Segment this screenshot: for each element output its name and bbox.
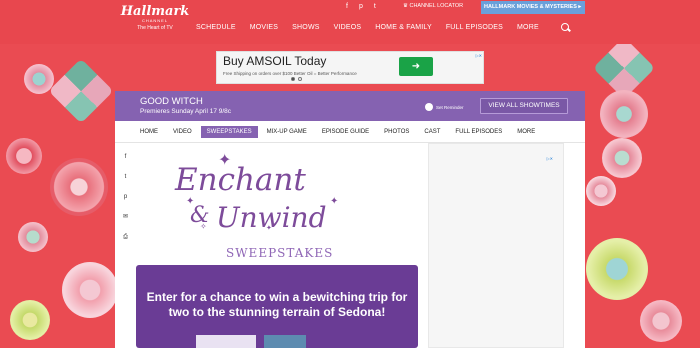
print-icon[interactable]: ⎙ <box>122 234 129 241</box>
tab-video[interactable]: VIDEO <box>167 126 198 138</box>
tab-home[interactable]: HOME <box>134 126 164 138</box>
adchoices-icon[interactable]: ▷✕ <box>547 156 553 161</box>
sweeps-title-unwind: Unwind <box>216 201 327 234</box>
ad-subtext: Free Shipping on orders over $100 Better… <box>223 71 357 76</box>
nav-videos[interactable]: VIDEOS <box>334 24 362 31</box>
view-all-showtimes-button[interactable]: VIEW ALL SHOWTIMES <box>480 98 568 114</box>
logo-tagline: The Heart of TV <box>137 25 173 31</box>
nav-schedule[interactable]: SCHEDULE <box>196 24 236 31</box>
sweeps-title-ampersand: & <box>190 203 210 228</box>
search-icon[interactable] <box>561 23 569 31</box>
nav-movies[interactable]: MOVIES <box>250 24 278 31</box>
decor-flower-left-1 <box>24 64 54 94</box>
show-header: GOOD WITCH Premieres Sunday April 17 9/8… <box>115 91 585 121</box>
sweeps-promo-card: Enter for a chance to win a bewitching t… <box>136 265 418 348</box>
tab-mix-up-game[interactable]: MIX-UP GAME <box>261 126 313 138</box>
ad-arrow-button[interactable]: ➜ <box>399 57 433 76</box>
promo-image <box>196 335 256 348</box>
sweeps-promo-text: Enter for a chance to win a bewitching t… <box>146 290 408 319</box>
twitter-icon[interactable]: t <box>374 3 376 10</box>
banner-ad[interactable]: Buy AMSOIL Today Free Shipping on orders… <box>216 51 484 84</box>
decor-flower-right-1 <box>600 90 648 138</box>
decor-pinwheel-left <box>48 58 114 124</box>
decor-flower-right-5 <box>640 300 682 342</box>
tab-sweepstakes[interactable]: SWEEPSTAKES <box>200 126 258 138</box>
decor-flower-left-5 <box>18 222 48 252</box>
email-share-icon[interactable]: ✉ <box>122 214 129 221</box>
tab-cast[interactable]: CAST <box>418 126 446 138</box>
decor-flower-right-4 <box>586 238 648 300</box>
channel-locator-link[interactable]: ♛ CHANNEL LOCATOR <box>403 3 463 9</box>
facebook-share-icon[interactable]: f <box>122 154 129 161</box>
sweeps-title-enchant: Enchant <box>175 162 306 198</box>
decor-flower-right-2 <box>602 138 642 178</box>
tab-episode-guide[interactable]: EPISODE GUIDE <box>316 126 375 138</box>
logo-brand: Hallmark <box>120 4 190 19</box>
set-reminder-button[interactable]: Set Reminder <box>425 103 464 111</box>
tab-full-episodes[interactable]: FULL EPISODES <box>449 126 508 138</box>
facebook-icon[interactable]: f <box>346 3 348 10</box>
show-title: GOOD WITCH <box>140 96 203 107</box>
clock-icon <box>425 103 433 111</box>
adchoices-icon[interactable]: ▷✕ <box>476 53 482 58</box>
movies-mysteries-button[interactable]: HALLMARK MOVIES & MYSTERIES ▸ <box>481 1 585 14</box>
nav-more[interactable]: MORE <box>517 24 539 31</box>
premiere-info: Premieres Sunday April 17 9/8c <box>140 108 232 115</box>
share-bar: f t p ✉ ⎙ <box>122 154 129 241</box>
pinterest-share-icon[interactable]: p <box>122 194 129 201</box>
ad-carousel-dots <box>291 77 302 81</box>
nav-shows[interactable]: SHOWS <box>292 24 319 31</box>
decor-flower-left-6 <box>10 300 50 340</box>
carousel-dot-2[interactable] <box>298 77 302 81</box>
tab-photos[interactable]: PHOTOS <box>378 126 415 138</box>
decor-flower-left-3 <box>6 138 42 174</box>
decor-flower-left-2 <box>50 158 108 216</box>
social-links: f p t <box>346 3 376 10</box>
pinterest-icon[interactable]: p <box>359 3 363 10</box>
ad-headline: Buy AMSOIL Today <box>223 54 327 68</box>
main-nav: SCHEDULE MOVIES SHOWS VIDEOS HOME & FAMI… <box>196 24 539 31</box>
set-reminder-label: Set Reminder <box>436 104 464 110</box>
side-ad[interactable]: ▷✕ <box>428 143 564 348</box>
carousel-dot-1[interactable] <box>291 77 295 81</box>
channel-locator-label: CHANNEL LOCATOR <box>409 3 464 9</box>
nav-full-episodes[interactable]: FULL EPISODES <box>446 24 503 31</box>
sweeps-subtitle: SWEEPSTAKES <box>226 246 334 260</box>
twitter-share-icon[interactable]: t <box>122 174 129 181</box>
sparkle-icon: ✦ <box>330 196 339 207</box>
nav-home-family[interactable]: HOME & FAMILY <box>375 24 432 31</box>
promo-photo <box>264 335 306 348</box>
decor-flower-left-4 <box>62 262 118 318</box>
tab-more[interactable]: MORE <box>511 126 541 138</box>
hallmark-logo[interactable]: Hallmark CHANNEL The Heart of TV <box>120 5 190 41</box>
decor-flower-right-3 <box>586 176 616 206</box>
show-subnav: HOME VIDEO SWEEPSTAKES MIX-UP GAME EPISO… <box>115 121 585 143</box>
